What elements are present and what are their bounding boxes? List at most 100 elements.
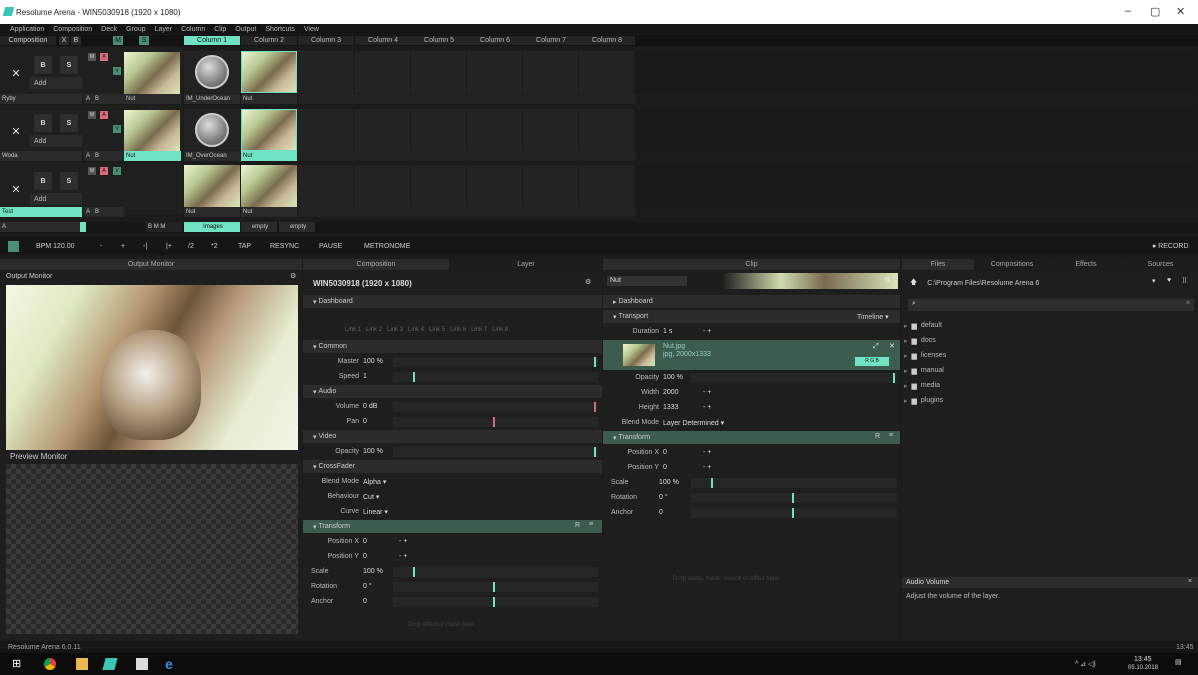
behaviour-select[interactable]: Cut ▾	[363, 493, 379, 501]
common-section[interactable]: ▾ Common	[303, 340, 602, 353]
transport-section[interactable]: ▾ Transport Timeline ▾	[603, 310, 900, 323]
link-6[interactable]: Link 6	[450, 327, 466, 333]
anchor-slider[interactable]	[393, 597, 598, 607]
tap-button[interactable]: TAP	[238, 241, 251, 252]
empty-clip-slot[interactable]	[411, 165, 466, 207]
metronome-button[interactable]: METRONOME	[364, 241, 410, 252]
sources-tab[interactable]: Sources	[1123, 259, 1198, 270]
comp-bypass-button[interactable]: B	[71, 36, 81, 45]
heart-icon[interactable]: ♥	[1167, 277, 1171, 284]
bypass-button[interactable]: B	[34, 56, 52, 74]
width-stepper[interactable]: - +	[703, 389, 711, 396]
anchor-value[interactable]: 0	[659, 509, 663, 516]
folder-media[interactable]: media	[921, 382, 940, 389]
deck-bmn[interactable]: B M M	[146, 222, 182, 232]
rgb-toggle[interactable]: R G B	[855, 357, 889, 366]
empty-clip-area[interactable]	[636, 165, 1196, 207]
menu-group[interactable]: Group	[126, 26, 145, 33]
pan-slider[interactable]	[393, 417, 598, 427]
slider-handle[interactable]	[493, 417, 495, 427]
app-icon[interactable]	[136, 658, 148, 670]
expand-arrow-icon[interactable]: ▸	[904, 397, 908, 405]
slider-handle[interactable]	[594, 357, 596, 367]
menu-column[interactable]: Column	[181, 26, 205, 33]
layer-tab[interactable]: Layer	[450, 259, 602, 270]
record-button[interactable]: ● RECORD	[1152, 241, 1189, 252]
volume-value[interactable]: 0 dB	[363, 403, 377, 410]
opacity-slider[interactable]	[691, 373, 897, 383]
position-y-stepper[interactable]: - +	[703, 464, 711, 471]
folder-default[interactable]: default	[921, 322, 942, 329]
ab-toggle[interactable]: A B	[84, 207, 124, 217]
slider-handle[interactable]	[594, 447, 596, 457]
empty-clip-slot[interactable]	[523, 165, 578, 207]
windows-start-icon[interactable]: ⊞	[12, 658, 24, 670]
folder-plugins[interactable]: plugins	[921, 397, 943, 404]
bpm-half-button[interactable]: /2	[188, 241, 194, 252]
menu-icon[interactable]: ≡	[589, 521, 593, 528]
nudge-back-button[interactable]: -|	[143, 241, 147, 252]
clip-thumbnail[interactable]	[184, 165, 240, 207]
file-explorer-icon[interactable]	[76, 658, 88, 670]
column-1-header[interactable]: Column 1	[184, 36, 240, 45]
grid-icon[interactable]: ⠿	[1182, 277, 1187, 285]
audio-section[interactable]: ▾ Audio	[303, 385, 602, 398]
empty-clip-slot[interactable]	[355, 51, 410, 93]
column-6-header[interactable]: Column 6	[467, 36, 523, 45]
menu-clip[interactable]: Clip	[214, 26, 226, 33]
rotation-slider[interactable]	[691, 493, 897, 503]
transport-mode-icon[interactable]	[8, 241, 19, 252]
empty-clip-slot[interactable]	[579, 51, 634, 93]
link-5[interactable]: Link 5	[429, 327, 445, 333]
scale-value[interactable]: 100 %	[659, 479, 679, 486]
clear-layer-button[interactable]: ✕	[6, 123, 26, 139]
position-x-stepper[interactable]: - +	[703, 449, 711, 456]
folder-licenses[interactable]: licenses	[921, 352, 946, 359]
deck-tab-empty[interactable]: empty	[241, 222, 277, 232]
empty-clip-slot[interactable]	[579, 165, 634, 207]
comp-clear-button[interactable]: X	[59, 36, 69, 45]
position-x-value[interactable]: 0	[663, 449, 703, 456]
output-monitor-view[interactable]	[6, 285, 298, 450]
clip-label[interactable]: Nut	[124, 151, 181, 161]
slider-handle[interactable]	[413, 372, 415, 382]
column-4-header[interactable]: Column 4	[355, 36, 411, 45]
notifications-icon[interactable]: ▤	[1175, 658, 1182, 666]
height-value[interactable]: 1333	[663, 404, 703, 411]
position-x-value[interactable]: 0	[363, 538, 399, 545]
close-help-icon[interactable]: ×	[1188, 578, 1192, 585]
bypass-button[interactable]: B	[34, 172, 52, 190]
expand-arrow-icon[interactable]: ▸	[904, 322, 908, 330]
clip-label[interactable]: Nut	[241, 94, 297, 104]
composition-tab[interactable]: Composition	[303, 259, 449, 270]
width-value[interactable]: 2000	[663, 389, 703, 396]
dropdown-icon[interactable]: ▾	[1152, 277, 1156, 285]
scale-value[interactable]: 100 %	[363, 568, 383, 575]
solo-button[interactable]: S	[60, 114, 78, 132]
expand-icon[interactable]: ⤢	[873, 343, 879, 351]
rotation-label[interactable]: Rotation	[603, 494, 659, 501]
layer-m-toggle[interactable]: M	[88, 167, 96, 175]
layer-v-toggle[interactable]: V	[113, 125, 121, 133]
speed-slider[interactable]	[393, 372, 598, 382]
bpm-plus-button[interactable]: +	[121, 241, 125, 252]
link-1[interactable]: Link 1	[345, 327, 361, 333]
clip-thumbnail[interactable]	[184, 51, 240, 93]
empty-clip-slot[interactable]	[298, 51, 353, 93]
layer-name[interactable]: Test	[0, 207, 82, 217]
empty-clip-slot[interactable]	[467, 109, 522, 151]
scale-label[interactable]: Scale	[303, 568, 363, 575]
master-slider[interactable]	[393, 357, 598, 367]
expand-arrow-icon[interactable]: ▸	[904, 367, 908, 375]
empty-clip-slot[interactable]	[298, 109, 353, 151]
clip-label[interactable]: Nut	[184, 207, 240, 217]
resolume-taskbar-icon[interactable]	[102, 658, 118, 670]
layer-thumbnail[interactable]	[124, 110, 180, 152]
group-a-label[interactable]: A	[0, 222, 80, 232]
edge-icon[interactable]: e	[165, 657, 177, 671]
close-button[interactable]: ✕	[1176, 5, 1185, 18]
solo-button[interactable]: S	[60, 56, 78, 74]
gear-icon[interactable]: ⚙	[884, 276, 890, 284]
layer-a-toggle[interactable]: A	[100, 53, 108, 61]
position-y-stepper[interactable]: - +	[399, 553, 407, 560]
